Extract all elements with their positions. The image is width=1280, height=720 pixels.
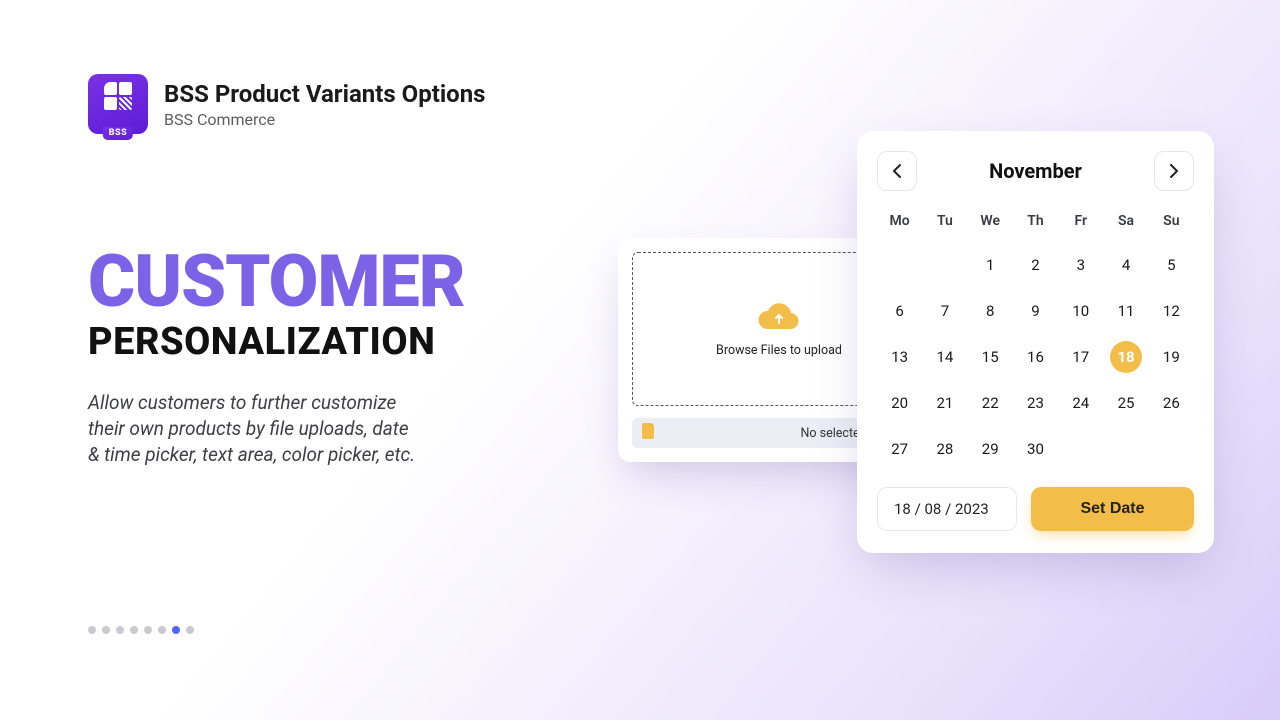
app-subtitle: BSS Commerce xyxy=(164,110,486,129)
calendar-day-14[interactable]: 14 xyxy=(922,341,967,373)
calendar-day-2[interactable]: 2 xyxy=(1013,249,1058,281)
calendar-day-20[interactable]: 20 xyxy=(877,387,922,419)
app-logo-text: BSS xyxy=(103,127,133,140)
carousel-dots xyxy=(88,626,194,634)
calendar-dow: Sa xyxy=(1103,213,1148,235)
calendar-day-18[interactable]: 18 xyxy=(1110,341,1142,373)
cloud-upload-icon xyxy=(758,301,800,335)
calendar-day-13[interactable]: 13 xyxy=(877,341,922,373)
calendar-day-21[interactable]: 21 xyxy=(922,387,967,419)
calendar-day-1[interactable]: 1 xyxy=(968,249,1013,281)
calendar-day-12[interactable]: 12 xyxy=(1149,295,1194,327)
chevron-left-icon xyxy=(892,164,902,178)
calendar-day-6[interactable]: 6 xyxy=(877,295,922,327)
carousel-dot-2[interactable] xyxy=(116,626,124,634)
dropzone-label: Browse Files to upload xyxy=(716,343,842,358)
calendar-grid: MoTuWeThFrSaSu12345678910111213141516171… xyxy=(877,213,1194,465)
hero-title-2: PERSONALIZATION xyxy=(88,320,558,364)
calendar-day-5[interactable]: 5 xyxy=(1149,249,1194,281)
calendar-dow: Tu xyxy=(922,213,967,235)
calendar-day-15[interactable]: 15 xyxy=(968,341,1013,373)
app-logo-glyph xyxy=(104,82,132,110)
carousel-dot-3[interactable] xyxy=(130,626,138,634)
calendar-dow: We xyxy=(968,213,1013,235)
carousel-dot-6[interactable] xyxy=(172,626,180,634)
calendar-prev-button[interactable] xyxy=(877,151,917,191)
carousel-dot-1[interactable] xyxy=(102,626,110,634)
calendar-day-22[interactable]: 22 xyxy=(968,387,1013,419)
hero-description: Allow customers to further customize the… xyxy=(88,390,418,467)
calendar-day-10[interactable]: 10 xyxy=(1058,295,1103,327)
app-title: BSS Product Variants Options xyxy=(164,80,486,108)
calendar-day-7[interactable]: 7 xyxy=(922,295,967,327)
calendar-day-19[interactable]: 19 xyxy=(1149,341,1194,373)
calendar-day-24[interactable]: 24 xyxy=(1058,387,1103,419)
calendar-month-label: November xyxy=(989,159,1082,183)
carousel-dot-7[interactable] xyxy=(186,626,194,634)
calendar-next-button[interactable] xyxy=(1154,151,1194,191)
calendar-day-27[interactable]: 27 xyxy=(877,433,922,465)
carousel-dot-5[interactable] xyxy=(158,626,166,634)
calendar-day-23[interactable]: 23 xyxy=(1013,387,1058,419)
calendar-day-17[interactable]: 17 xyxy=(1058,341,1103,373)
carousel-dot-0[interactable] xyxy=(88,626,96,634)
calendar-day-9[interactable]: 9 xyxy=(1013,295,1058,327)
calendar-day-11[interactable]: 11 xyxy=(1103,295,1148,327)
carousel-dot-4[interactable] xyxy=(144,626,152,634)
calendar-day-3[interactable]: 3 xyxy=(1058,249,1103,281)
chevron-right-icon xyxy=(1169,164,1179,178)
calendar-day-28[interactable]: 28 xyxy=(922,433,967,465)
calendar-dow: Fr xyxy=(1058,213,1103,235)
calendar-dow: Mo xyxy=(877,213,922,235)
date-input[interactable]: 18 / 08 / 2023 xyxy=(877,487,1017,531)
calendar-day-16[interactable]: 16 xyxy=(1013,341,1058,373)
calendar-card: November MoTuWeThFrSaSu12345678910111213… xyxy=(857,131,1214,553)
calendar-day-4[interactable]: 4 xyxy=(1103,249,1148,281)
app-logo: BSS xyxy=(88,74,148,134)
calendar-day-29[interactable]: 29 xyxy=(968,433,1013,465)
date-input-value: 18 / 08 / 2023 xyxy=(894,500,989,518)
set-date-button[interactable]: Set Date xyxy=(1031,487,1194,531)
calendar-day-30[interactable]: 30 xyxy=(1013,433,1058,465)
calendar-dow: Th xyxy=(1013,213,1058,235)
calendar-dow: Su xyxy=(1149,213,1194,235)
calendar-day-25[interactable]: 25 xyxy=(1103,387,1148,419)
calendar-day-26[interactable]: 26 xyxy=(1149,387,1194,419)
hero-title-1: CUSTOMER xyxy=(88,248,558,316)
file-icon xyxy=(642,423,656,443)
calendar-day-8[interactable]: 8 xyxy=(968,295,1013,327)
